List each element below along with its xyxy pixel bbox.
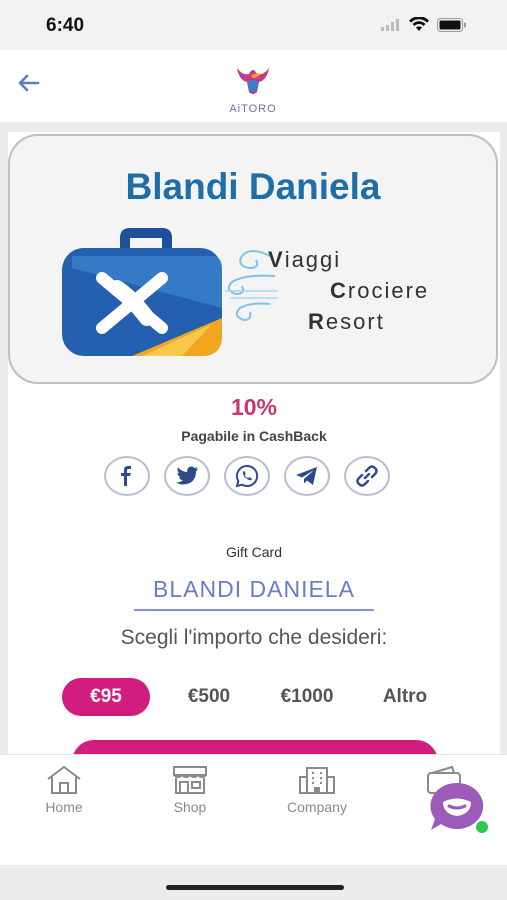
share-buttons	[104, 456, 390, 496]
tab-company-label: Company	[287, 799, 347, 815]
tagline-line: Crociere	[330, 278, 430, 303]
status-time: 6:40	[46, 15, 85, 36]
telegram-icon	[296, 467, 317, 485]
arrow-left-icon	[18, 74, 40, 92]
amount-option-500[interactable]: €500	[160, 686, 258, 708]
link-icon	[356, 465, 378, 487]
home-icon	[47, 765, 81, 794]
facebook-icon	[121, 466, 131, 486]
amount-option-other[interactable]: Altro	[356, 686, 454, 708]
banner-title: Blandi Daniela	[125, 166, 381, 207]
share-telegram-button[interactable]	[284, 456, 330, 496]
gift-card-name: BLANDI DANIELA	[134, 576, 374, 611]
home-indicator	[166, 885, 344, 890]
chat-bubble-icon	[430, 782, 490, 835]
logo-text: AiTORO	[229, 103, 277, 115]
main-content: Blandi Daniela Viaggi Crociere Resort 10…	[8, 132, 500, 770]
amount-option-1000[interactable]: €1000	[258, 686, 356, 708]
bull-logo-icon	[237, 68, 269, 94]
amount-option-95[interactable]: €95	[62, 678, 150, 716]
app-header: AiTORO	[0, 50, 507, 122]
banner-tagline: Viaggi Crociere Resort	[268, 244, 429, 337]
chat-button[interactable]	[427, 780, 490, 835]
amount-options: €95 €500 €1000 Altro	[62, 678, 454, 716]
tab-shop[interactable]: Shop	[140, 765, 240, 815]
cashback-percent: 10%	[230, 394, 278, 420]
whatsapp-icon	[235, 464, 259, 488]
twitter-icon	[176, 466, 198, 485]
company-icon	[299, 767, 335, 794]
store-banner: Blandi Daniela Viaggi Crociere Resort	[8, 134, 498, 384]
tagline-line: Viaggi	[268, 247, 342, 272]
app-logo: AiTORO	[218, 62, 288, 115]
cashback-label: Pagabile in CashBack	[181, 428, 327, 444]
signal-icon	[381, 18, 401, 36]
tab-shop-label: Shop	[173, 799, 207, 815]
back-button[interactable]	[14, 68, 44, 98]
tab-home[interactable]: Home	[14, 765, 114, 815]
gift-card-label: Gift Card	[225, 544, 282, 560]
wifi-icon	[409, 16, 429, 37]
share-facebook-button[interactable]	[104, 456, 150, 496]
status-icons	[381, 16, 467, 37]
tab-home-label: Home	[45, 799, 83, 815]
tagline-line: Resort	[308, 309, 385, 334]
share-twitter-button[interactable]	[164, 456, 210, 496]
copy-link-button[interactable]	[344, 456, 390, 496]
amount-prompt: Scegli l'importo che desideri:	[120, 626, 388, 649]
share-whatsapp-button[interactable]	[224, 456, 270, 496]
battery-icon	[437, 17, 467, 37]
shop-icon	[173, 766, 207, 794]
tab-company[interactable]: Company	[267, 765, 367, 815]
status-bar: 6:40	[0, 0, 507, 50]
suitcase-icon	[62, 228, 227, 363]
